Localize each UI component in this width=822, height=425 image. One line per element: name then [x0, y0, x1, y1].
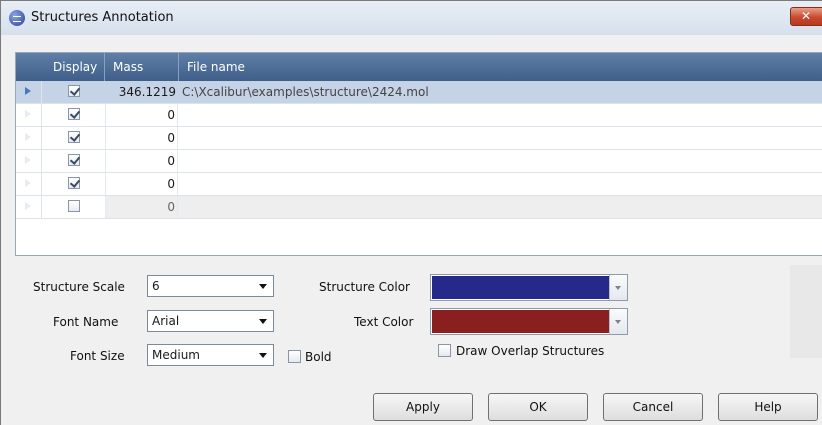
bold-label: Bold	[305, 350, 332, 364]
column-separator	[178, 53, 179, 81]
file-name-cell[interactable]: C:\Xcalibur\examples\structure\2424.mol	[182, 81, 822, 103]
close-icon: ✕	[801, 9, 812, 23]
apply-button[interactable]: Apply	[373, 393, 473, 421]
side-panel	[790, 265, 822, 358]
file-name-cell[interactable]	[182, 127, 822, 149]
row-indicator[interactable]	[16, 127, 42, 149]
draw-overlap-label: Draw Overlap Structures	[456, 344, 605, 358]
title-bar: Structures Annotation ✕	[1, 1, 822, 35]
ok-button[interactable]: OK	[488, 393, 588, 421]
row-indicator[interactable]	[16, 196, 42, 218]
table-row[interactable]: 0	[16, 173, 822, 196]
cancel-button[interactable]: Cancel	[603, 393, 703, 421]
structure-scale-value: 6	[152, 279, 160, 293]
row-arrow-icon	[25, 202, 31, 210]
chevron-down-icon[interactable]	[609, 309, 627, 334]
structures-annotation-dialog: Structures Annotation ✕ Display Mass Fil…	[0, 0, 822, 425]
checkmark-icon	[69, 154, 81, 165]
structure-scale-dropdown[interactable]: 6	[147, 275, 274, 297]
help-button[interactable]: Help	[718, 393, 818, 421]
draw-overlap-checkbox[interactable]	[438, 344, 451, 357]
checkmark-icon	[69, 131, 81, 142]
table-row[interactable]: 346.1219 C:\Xcalibur\examples\structure\…	[16, 81, 822, 104]
app-icon	[9, 10, 25, 26]
row-arrow-icon	[25, 133, 31, 141]
file-name-cell[interactable]	[182, 150, 822, 172]
structure-color-label: Structure Color	[319, 280, 410, 294]
current-row-arrow-icon	[25, 87, 31, 95]
table-row[interactable]: 0	[16, 104, 822, 127]
column-separator	[104, 53, 105, 81]
structure-color-swatch	[432, 276, 610, 299]
file-name-cell[interactable]	[182, 196, 822, 218]
structures-grid: Display Mass File name 346.1219 C:\Xcali…	[15, 52, 822, 256]
font-size-label: Font Size	[70, 349, 125, 363]
chevron-down-icon	[259, 353, 267, 358]
text-color-swatch	[432, 310, 610, 333]
display-checkbox[interactable]	[68, 177, 81, 189]
bold-checkbox[interactable]	[288, 350, 301, 363]
font-name-value: Arial	[152, 314, 180, 328]
structure-color-picker[interactable]	[430, 274, 628, 301]
font-name-label: Font Name	[53, 315, 119, 329]
column-header-display[interactable]: Display	[53, 60, 97, 74]
row-indicator[interactable]	[16, 81, 42, 103]
checkmark-icon	[69, 85, 81, 96]
checkmark-icon	[69, 177, 81, 188]
mass-cell[interactable]: 0	[105, 173, 178, 195]
row-indicator[interactable]	[16, 150, 42, 172]
display-checkbox[interactable]	[68, 200, 80, 212]
table-row[interactable]: 0	[16, 150, 822, 173]
structure-scale-label: Structure Scale	[33, 280, 125, 294]
grid-header: Display Mass File name	[16, 53, 822, 81]
font-size-dropdown[interactable]: Medium	[147, 344, 274, 366]
mass-cell[interactable]: 0	[105, 150, 178, 172]
chevron-down-icon[interactable]	[609, 275, 627, 300]
window-title: Structures Annotation	[31, 10, 174, 25]
display-checkbox[interactable]	[68, 131, 81, 143]
text-color-picker[interactable]	[430, 308, 628, 335]
table-row[interactable]: 0	[16, 196, 822, 219]
mass-cell[interactable]: 0	[105, 127, 178, 149]
table-row[interactable]: 0	[16, 127, 822, 150]
chevron-down-icon	[259, 284, 267, 289]
mass-cell[interactable]: 346.1219	[105, 81, 178, 103]
checkmark-icon	[69, 108, 81, 119]
display-checkbox[interactable]	[68, 108, 81, 120]
display-checkbox[interactable]	[68, 154, 81, 166]
row-indicator[interactable]	[16, 173, 42, 195]
row-indicator[interactable]	[16, 104, 42, 126]
file-name-cell[interactable]	[182, 173, 822, 195]
chevron-down-icon	[259, 319, 267, 324]
column-header-mass[interactable]: Mass	[113, 60, 143, 74]
close-button[interactable]: ✕	[790, 7, 822, 26]
mass-cell[interactable]: 0	[105, 104, 178, 126]
file-name-cell[interactable]	[182, 104, 822, 126]
font-name-dropdown[interactable]: Arial	[147, 310, 274, 332]
text-color-label: Text Color	[354, 315, 414, 329]
row-arrow-icon	[25, 110, 31, 118]
row-arrow-icon	[25, 179, 31, 187]
row-arrow-icon	[25, 156, 31, 164]
column-header-file-name[interactable]: File name	[187, 60, 245, 74]
font-size-value: Medium	[152, 348, 200, 362]
mass-cell[interactable]: 0	[105, 196, 178, 218]
display-checkbox[interactable]	[68, 85, 81, 97]
